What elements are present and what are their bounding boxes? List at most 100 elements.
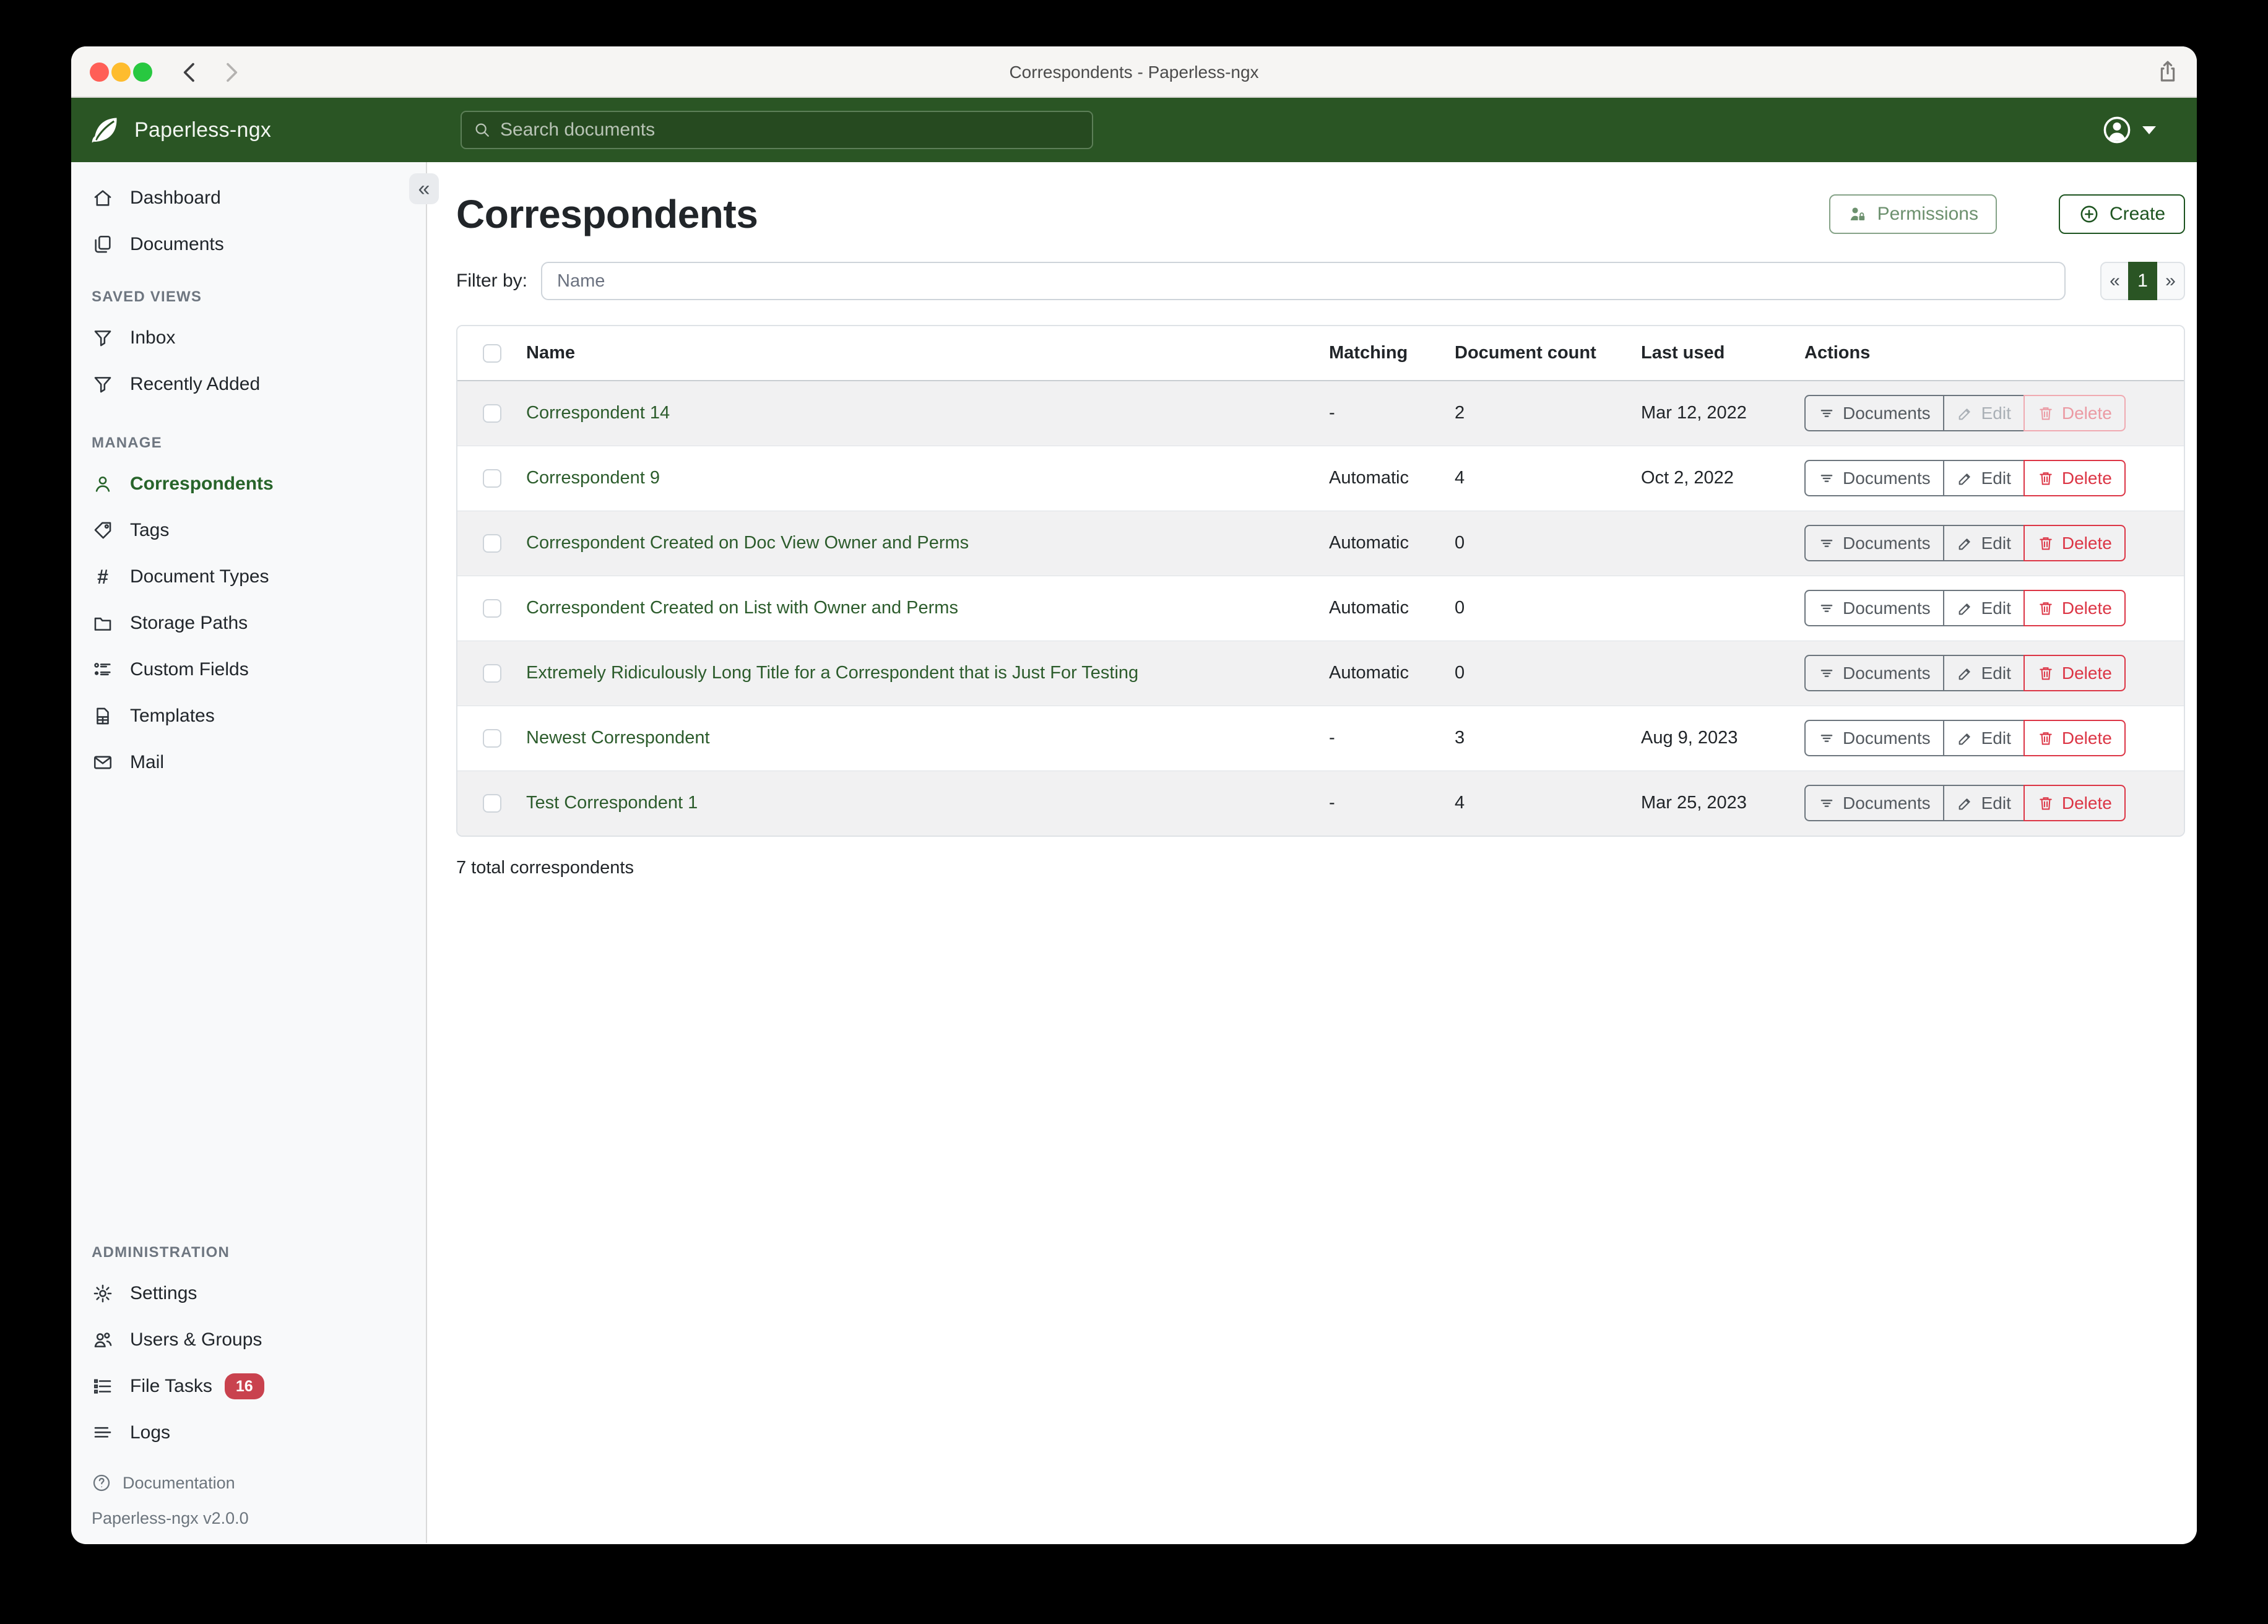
search-input[interactable] [500, 119, 1081, 140]
share-icon[interactable] [2155, 59, 2181, 86]
edit-button[interactable]: Edit [1943, 720, 2025, 756]
row-checkbox[interactable] [483, 599, 501, 618]
column-header-actions: Actions [1804, 326, 2185, 381]
sidebar-item-settings[interactable]: Settings [71, 1270, 426, 1316]
last-used-cell: Mar 12, 2022 [1641, 381, 1804, 446]
column-header-name[interactable]: Name [526, 326, 1329, 381]
documents-button[interactable]: Documents [1804, 785, 1944, 821]
sidebar-item-label: Inbox [130, 327, 175, 348]
sidebar-item-users-groups[interactable]: Users & Groups [71, 1316, 426, 1363]
hash-icon: # [92, 566, 114, 588]
column-header-last-used[interactable]: Last used [1641, 326, 1804, 381]
row-checkbox[interactable] [483, 664, 501, 683]
matching-cell: Automatic [1329, 511, 1455, 576]
correspondent-link[interactable]: Correspondent Created on List with Owner… [526, 598, 958, 618]
sidebar-item-label: Documents [130, 234, 224, 255]
filter-icon [1818, 470, 1835, 487]
delete-button[interactable]: Delete [2023, 590, 2126, 626]
edit-button[interactable]: Edit [1943, 655, 2025, 691]
documents-button[interactable]: Documents [1804, 720, 1944, 756]
select-all-checkbox[interactable] [483, 344, 501, 363]
brand-name: Paperless-ngx [134, 118, 271, 142]
documents-button[interactable]: Documents [1804, 525, 1944, 561]
sidebar-item-file-tasks[interactable]: File Tasks 16 [71, 1363, 426, 1409]
sidebar-item-mail[interactable]: Mail [71, 739, 426, 785]
app-version: Paperless-ngx v2.0.0 [92, 1509, 426, 1543]
page-prev-button[interactable]: « [2100, 262, 2129, 300]
column-header-document-count[interactable]: Document count [1455, 326, 1641, 381]
last-used-cell: Oct 2, 2022 [1641, 446, 1804, 511]
row-checkbox[interactable] [483, 794, 501, 813]
documents-button[interactable]: Documents [1804, 460, 1944, 496]
documentation-link[interactable]: Documentation [92, 1473, 426, 1493]
sidebar-item-label: Users & Groups [130, 1329, 262, 1350]
sidebar-item-inbox[interactable]: Inbox [71, 314, 426, 361]
documents-icon [92, 233, 114, 256]
row-checkbox[interactable] [483, 729, 501, 748]
page-next-button[interactable]: » [2156, 262, 2185, 300]
correspondent-link[interactable]: Extremely Ridiculously Long Title for a … [526, 663, 1138, 683]
edit-button[interactable]: Edit [1943, 590, 2025, 626]
row-checkbox[interactable] [483, 469, 501, 488]
correspondent-link[interactable]: Correspondent Created on Doc View Owner … [526, 533, 969, 553]
trash-icon [2037, 730, 2054, 747]
sidebar-item-logs[interactable]: Logs [71, 1409, 426, 1456]
create-button[interactable]: Create [2059, 194, 2185, 234]
filter-icon [1818, 535, 1835, 552]
column-header-matching[interactable]: Matching [1329, 326, 1455, 381]
plus-circle-icon [2079, 204, 2100, 225]
documents-button[interactable]: Documents [1804, 655, 1944, 691]
delete-button[interactable]: Delete [2023, 525, 2126, 561]
correspondent-link[interactable]: Correspondent 14 [526, 403, 670, 423]
macos-titlebar: Correspondents - Paperless-ngx [71, 46, 2197, 98]
sidebar-item-templates[interactable]: Templates [71, 693, 426, 739]
count-cell: 2 [1455, 381, 1641, 446]
matching-cell: - [1329, 381, 1455, 446]
sidebar-item-dashboard[interactable]: Dashboard [71, 175, 426, 221]
person-icon [92, 473, 114, 495]
delete-button[interactable]: Delete [2023, 720, 2126, 756]
filter-name-input[interactable] [541, 262, 2066, 300]
edit-button[interactable]: Edit [1943, 460, 2025, 496]
sidebar-item-tags[interactable]: Tags [71, 507, 426, 553]
user-menu[interactable] [2101, 114, 2156, 145]
edit-button[interactable]: Edit [1943, 525, 2025, 561]
leaf-logo-icon [89, 114, 121, 146]
sidebar-item-correspondents[interactable]: Correspondents [71, 460, 426, 507]
documents-button[interactable]: Documents [1804, 395, 1944, 431]
matching-cell: Automatic [1329, 641, 1455, 706]
documents-button[interactable]: Documents [1804, 590, 1944, 626]
delete-button: Delete [2023, 395, 2126, 431]
pagination: « 1 » [2100, 262, 2185, 300]
correspondents-table: Name Matching Document count Last used A… [456, 325, 2185, 837]
sidebar-item-documents[interactable]: Documents [71, 221, 426, 267]
delete-button[interactable]: Delete [2023, 655, 2126, 691]
delete-button[interactable]: Delete [2023, 460, 2126, 496]
brand[interactable]: Paperless-ngx [89, 114, 271, 146]
sidebar-item-document-types[interactable]: # Document Types [71, 553, 426, 600]
file-icon [92, 705, 114, 727]
matching-cell: Automatic [1329, 446, 1455, 511]
last-used-cell: Mar 25, 2023 [1641, 771, 1804, 836]
trash-icon [2037, 405, 2054, 422]
main-content: « Correspondents Permissions [427, 162, 2197, 1543]
page-1-button[interactable]: 1 [2128, 262, 2157, 300]
sidebar-item-storage-paths[interactable]: Storage Paths [71, 600, 426, 646]
row-checkbox[interactable] [483, 534, 501, 553]
pencil-icon [1957, 730, 1974, 747]
edit-button[interactable]: Edit [1943, 785, 2025, 821]
correspondent-link[interactable]: Newest Correspondent [526, 728, 710, 748]
permissions-button[interactable]: Permissions [1829, 194, 1997, 234]
window-title: Correspondents - Paperless-ngx [71, 46, 2197, 98]
row-checkbox[interactable] [483, 404, 501, 423]
delete-button[interactable]: Delete [2023, 785, 2126, 821]
sidebar-collapse-button[interactable]: « [409, 173, 439, 204]
file-tasks-badge: 16 [225, 1373, 264, 1399]
correspondent-link[interactable]: Correspondent 9 [526, 468, 660, 488]
permissions-label: Permissions [1877, 204, 1978, 225]
last-used-cell [1641, 576, 1804, 641]
sidebar-item-custom-fields[interactable]: Custom Fields [71, 646, 426, 693]
correspondent-link[interactable]: Test Correspondent 1 [526, 793, 698, 813]
documentation-label: Documentation [123, 1474, 235, 1493]
sidebar-item-recently-added[interactable]: Recently Added [71, 361, 426, 407]
